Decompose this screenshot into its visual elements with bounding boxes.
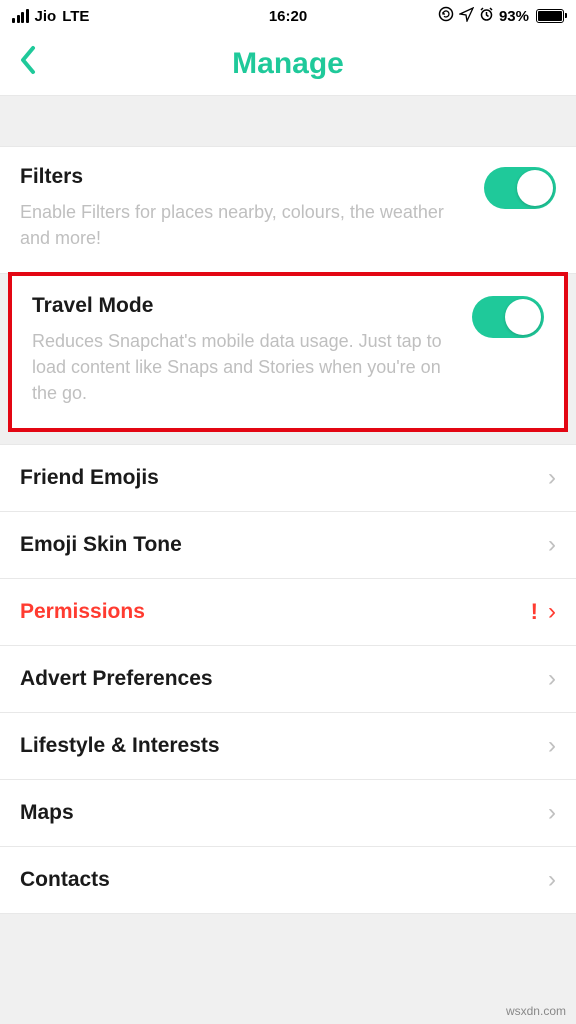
chevron-right-icon: › [548,799,556,827]
status-bar: Jio LTE 16:20 93% [0,0,576,32]
battery-percent: 93% [499,8,529,25]
filters-section: Filters Enable Filters for places nearby… [0,146,576,274]
travel-title: Travel Mode [32,294,454,318]
carrier-label: Jio [35,8,57,25]
row-contacts[interactable]: Contacts › [0,847,576,914]
watermark: wsxdn.com [506,1004,566,1018]
rotation-lock-icon [438,6,454,26]
page-title: Manage [232,47,344,81]
chevron-right-icon: › [548,665,556,693]
row-label: Permissions [20,600,145,624]
nav-bar: Manage [0,32,576,96]
row-advert-preferences[interactable]: Advert Preferences › [0,646,576,713]
row-permissions[interactable]: Permissions ! › [0,579,576,646]
chevron-right-icon: › [548,732,556,760]
travel-mode-highlight: Travel Mode Reduces Snapchat's mobile da… [8,272,568,432]
row-label: Lifestyle & Interests [20,734,220,758]
chevron-right-icon: › [548,464,556,492]
row-label: Maps [20,801,74,825]
row-label: Advert Preferences [20,667,213,691]
row-label: Emoji Skin Tone [20,533,182,557]
signal-icon [12,9,29,23]
row-friend-emojis[interactable]: Friend Emojis › [0,445,576,512]
chevron-right-icon: › [548,531,556,559]
back-button[interactable] [18,44,38,84]
chevron-right-icon: › [548,866,556,894]
row-lifestyle-interests[interactable]: Lifestyle & Interests › [0,713,576,780]
status-left: Jio LTE [12,8,89,25]
row-label: Contacts [20,868,110,892]
battery-icon [536,9,564,23]
filters-toggle[interactable] [484,167,556,209]
travel-desc: Reduces Snapchat's mobile data usage. Ju… [32,328,454,406]
network-label: LTE [62,8,89,25]
location-icon [459,7,474,26]
filters-desc: Enable Filters for places nearby, colour… [20,199,466,251]
chevron-right-icon: › [548,598,556,626]
settings-list: Friend Emojis › Emoji Skin Tone › Permis… [0,444,576,914]
warning-icon: ! [531,599,538,625]
row-maps[interactable]: Maps › [0,780,576,847]
row-emoji-skin-tone[interactable]: Emoji Skin Tone › [0,512,576,579]
toggle-knob [505,299,541,335]
status-right: 93% [438,6,564,26]
travel-toggle[interactable] [472,296,544,338]
filters-title: Filters [20,165,466,189]
spacer [0,96,576,146]
alarm-icon [479,7,494,26]
row-label: Friend Emojis [20,466,159,490]
travel-mode-section: Travel Mode Reduces Snapchat's mobile da… [12,276,564,428]
toggle-knob [517,170,553,206]
status-time: 16:20 [269,8,307,25]
